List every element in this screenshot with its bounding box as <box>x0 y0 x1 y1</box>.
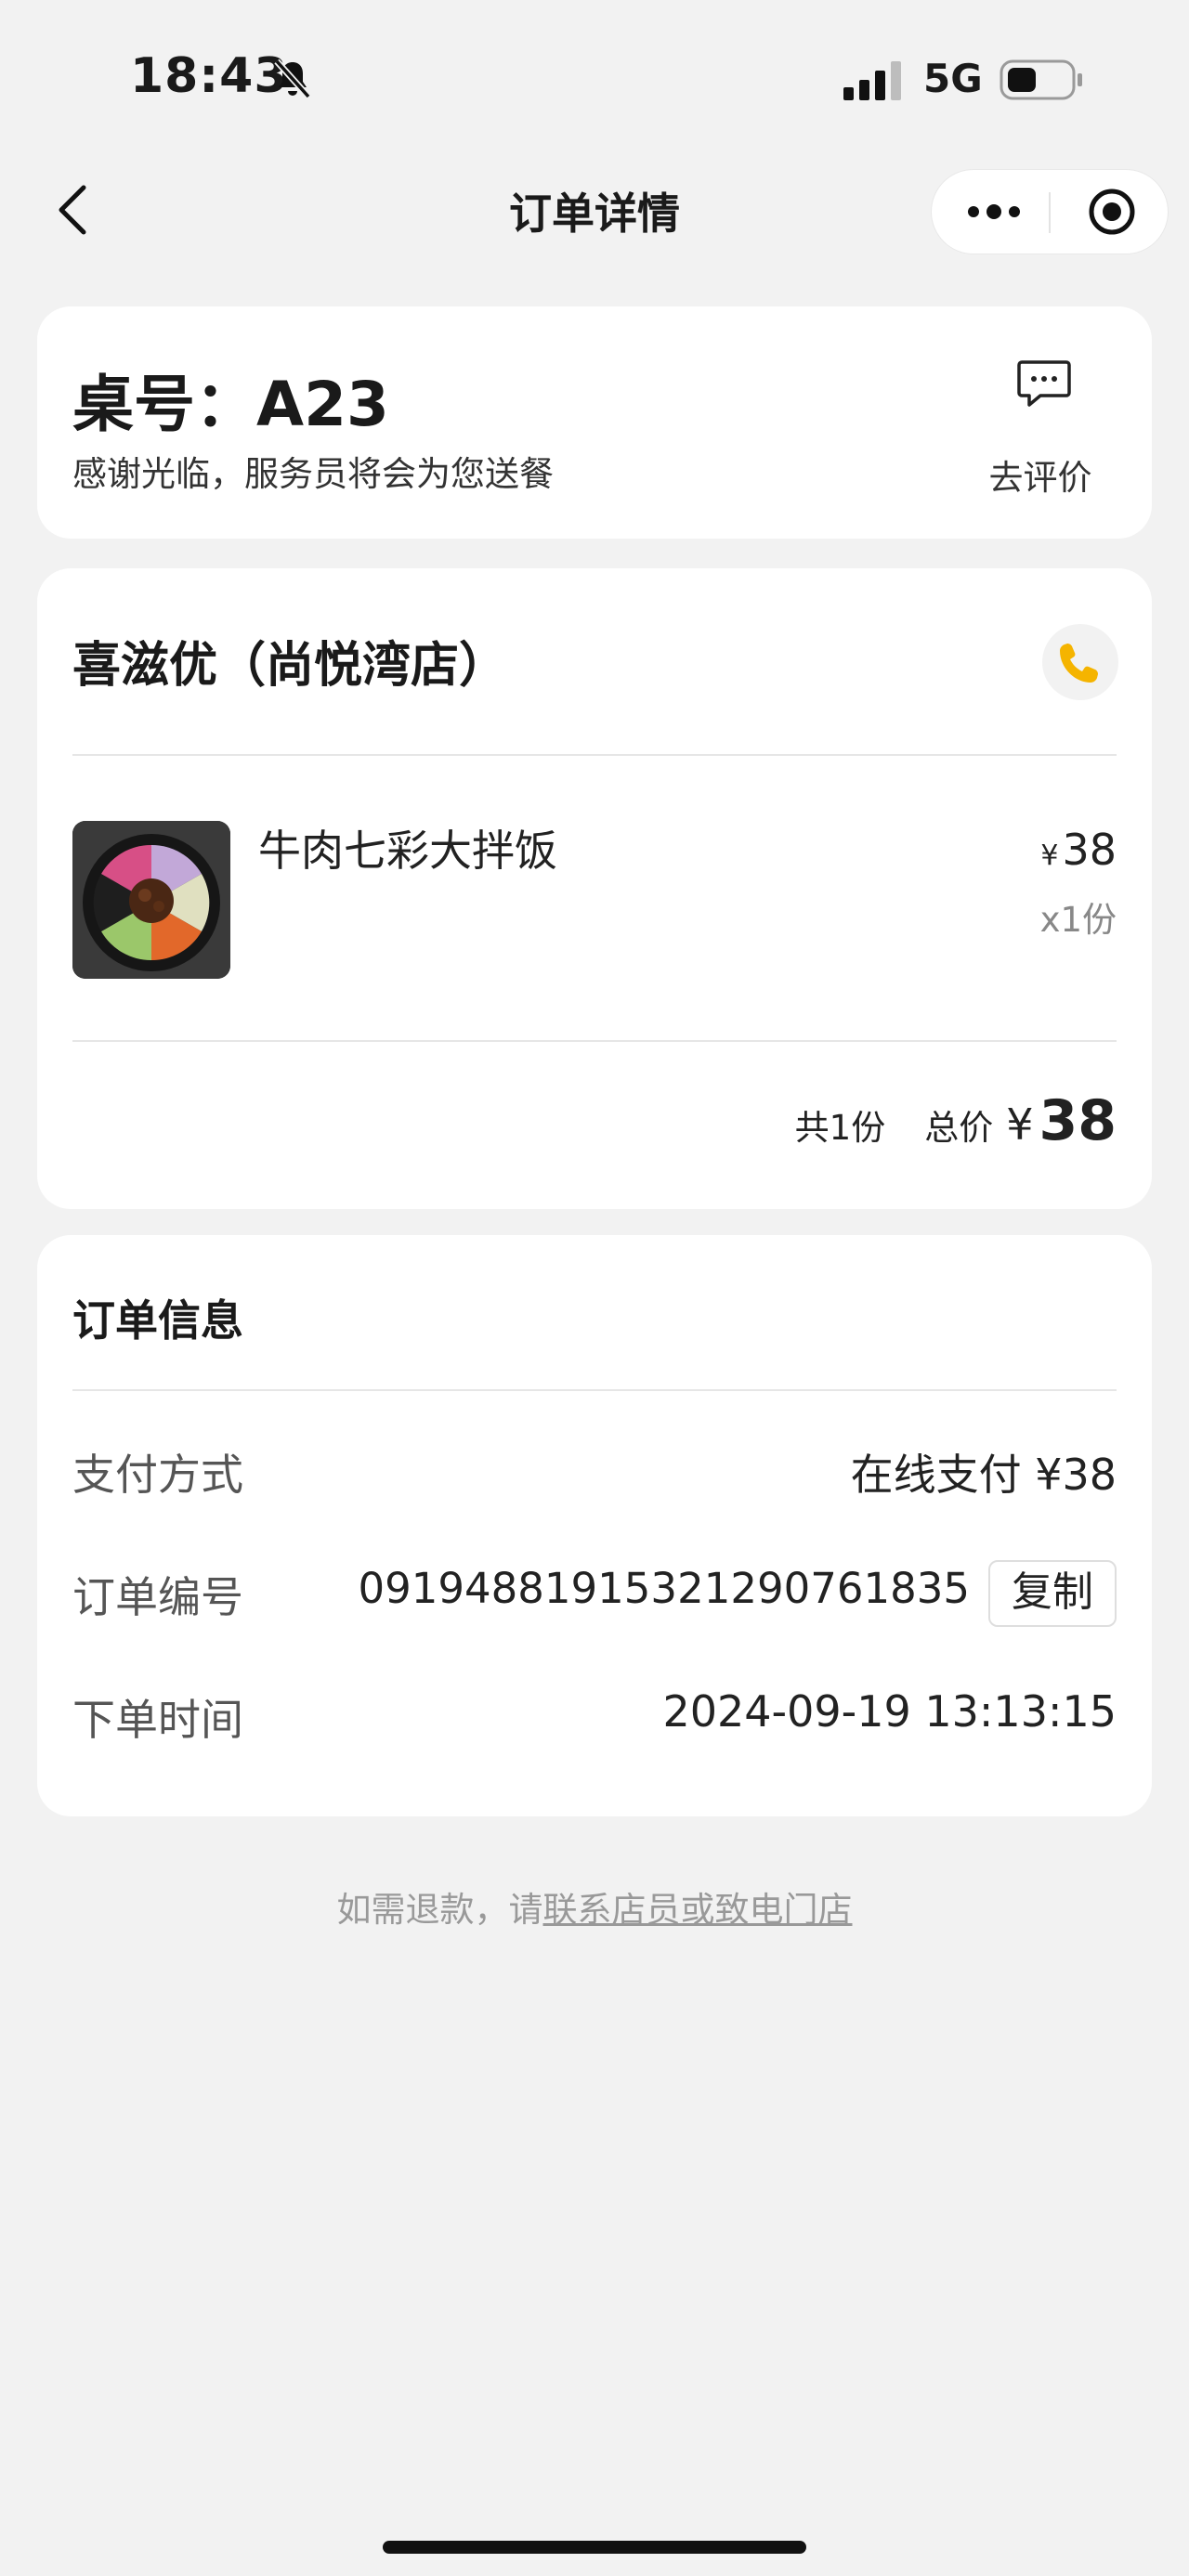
dish-currency: ¥ <box>1040 839 1059 872</box>
signal-icon <box>843 61 901 100</box>
home-indicator <box>383 2541 806 2554</box>
status-bar: 18:43 5G <box>0 0 1189 149</box>
order-summary: 共1份 总价 ¥ 38 <box>795 1088 1117 1153</box>
dish-price-value: 38 <box>1062 825 1117 875</box>
dish-image <box>72 821 230 979</box>
order-time-value: 2024-09-19 13:13:15 <box>662 1686 1117 1737</box>
store-name: 喜滋优（尚悦湾店） <box>72 638 508 694</box>
contact-store-link[interactable]: 联系店员或致电门店 <box>543 1890 853 1930</box>
target-icon <box>1089 189 1135 235</box>
refund-note: 如需退款，请联系店员或致电门店 <box>0 1881 1189 1932</box>
total-currency: ¥ <box>1006 1099 1034 1150</box>
order-number-label: 订单编号 <box>72 1572 243 1622</box>
items-divider <box>72 1040 1117 1042</box>
status-time: 18:43 <box>130 48 289 104</box>
order-info-card: 订单信息 支付方式 在线支付 ¥38 订单编号 0919488191532129… <box>37 1235 1152 1816</box>
store-divider <box>72 754 1117 756</box>
copy-button[interactable]: 复制 <box>988 1560 1117 1627</box>
dish-name: 牛肉七彩大拌饭 <box>258 826 557 876</box>
battery-icon <box>1000 59 1082 100</box>
bibimbap-image <box>72 821 230 979</box>
capsule-divider <box>1049 192 1051 233</box>
thanks-message: 感谢光临，服务员将会为您送餐 <box>72 454 554 494</box>
payment-method-value: 在线支付 ¥38 <box>850 1450 1117 1500</box>
item-count: 共1份 <box>794 1108 886 1148</box>
order-time-label: 下单时间 <box>72 1695 243 1745</box>
review-label: 去评价 <box>988 458 1092 498</box>
more-icon <box>968 204 1020 219</box>
review-button[interactable]: 去评价 <box>975 358 1105 498</box>
refund-note-prefix: 如需退款，请 <box>336 1890 543 1930</box>
bell-muted-icon <box>274 59 311 99</box>
dish-price: ¥38 <box>1040 825 1117 875</box>
order-info-title: 订单信息 <box>72 1295 243 1346</box>
dish-quantity: x1份 <box>1039 900 1117 940</box>
info-divider <box>72 1389 1117 1391</box>
phone-icon <box>1060 644 1098 683</box>
table-label: 桌号： <box>72 369 256 440</box>
order-card: 喜滋优（尚悦湾店） 牛肉七彩大拌饭 ¥38 x1份 共1份 总价 ¥ 38 <box>37 568 1152 1209</box>
close-miniprogram-button[interactable] <box>1084 170 1140 254</box>
table-number: A23 <box>256 369 389 440</box>
payment-method-label: 支付方式 <box>72 1450 243 1500</box>
miniprogram-capsule <box>931 169 1169 254</box>
total-amount: 38 <box>1039 1088 1117 1153</box>
total-label: 总价 <box>924 1108 994 1148</box>
table-number-heading: 桌号：A23 <box>72 355 389 444</box>
call-store-button[interactable] <box>1042 624 1118 700</box>
network-type: 5G <box>923 56 983 101</box>
nav-bar: 订单详情 <box>0 149 1189 269</box>
chat-icon <box>1017 360 1071 407</box>
table-card: 桌号：A23 感谢光临，服务员将会为您送餐 去评价 <box>37 306 1152 539</box>
order-number-value: 09194881915321290761835 <box>358 1564 971 1613</box>
more-button[interactable] <box>960 170 1028 254</box>
